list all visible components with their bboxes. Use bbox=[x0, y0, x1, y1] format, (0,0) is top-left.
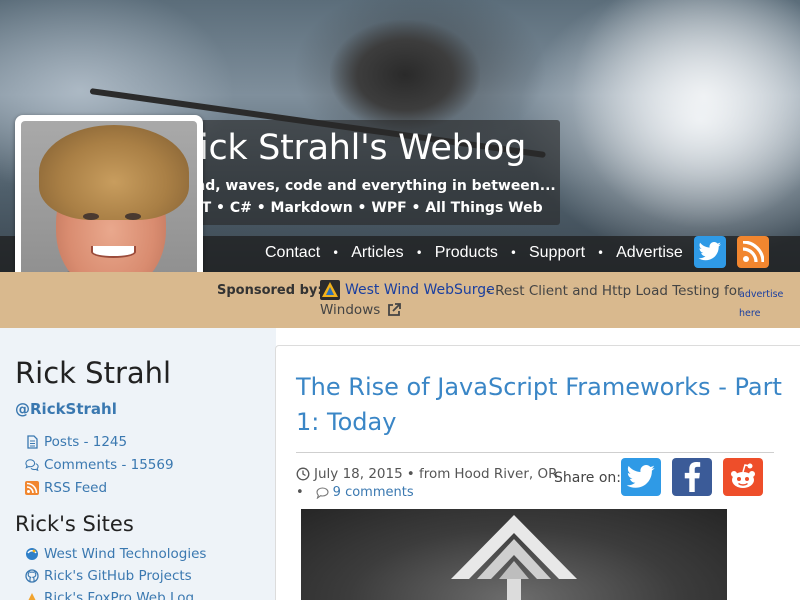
comments-icon bbox=[25, 459, 39, 472]
twitter-icon bbox=[626, 464, 655, 488]
sidebar-rss-label: RSS Feed bbox=[44, 480, 108, 496]
sidebar-posts-link[interactable]: Posts - 1245 bbox=[25, 434, 127, 450]
rss-icon bbox=[25, 481, 39, 495]
nav-separator: • bbox=[597, 246, 605, 260]
site-github-label: Rick's GitHub Projects bbox=[44, 568, 192, 584]
nav-contact-link[interactable]: Contact bbox=[265, 244, 320, 262]
external-link-icon[interactable] bbox=[386, 302, 402, 318]
wave-spray-image bbox=[560, 0, 800, 240]
share-reddit-button[interactable] bbox=[723, 458, 763, 496]
sponsor-bar bbox=[0, 272, 800, 328]
document-icon bbox=[27, 435, 38, 449]
site-github-link[interactable]: Rick's GitHub Projects bbox=[25, 568, 192, 584]
sponsor-link[interactable]: West Wind WebSurge bbox=[345, 282, 495, 298]
article-meta: July 18, 2015 • from Hood River, OR bbox=[296, 466, 557, 482]
article-title[interactable]: The Rise of JavaScript Frameworks - Part… bbox=[296, 370, 791, 440]
github-icon bbox=[25, 569, 39, 583]
meta-bullet: • bbox=[296, 485, 304, 500]
photo-eye bbox=[83, 213, 99, 220]
share-twitter-button[interactable] bbox=[621, 458, 661, 496]
site-westwind-link[interactable]: West Wind Technologies bbox=[25, 546, 206, 562]
comments-link[interactable]: 9 comments bbox=[316, 485, 414, 500]
nav-articles-link[interactable]: Articles bbox=[351, 244, 403, 262]
site-foxpro-label: Rick's FoxPro Web Log bbox=[44, 590, 195, 600]
article-meta-comments: • 9 comments bbox=[296, 485, 414, 500]
author-twitter-handle[interactable]: @RickStrahl bbox=[15, 400, 117, 418]
westwind-icon bbox=[26, 548, 38, 560]
sidebar-posts-label: Posts - 1245 bbox=[44, 434, 128, 450]
sponsor-label: Sponsored by: bbox=[217, 283, 323, 298]
site-foxpro-link[interactable]: Rick's FoxPro Web Log bbox=[25, 590, 194, 600]
nav-separator: • bbox=[332, 246, 340, 260]
site-tagline: Wind, waves, code and everything in betw… bbox=[175, 178, 556, 194]
sidebar-rss-link[interactable]: RSS Feed bbox=[25, 480, 107, 496]
sponsor-description: - Rest Client and Http Load Testing for bbox=[486, 283, 743, 299]
comments-count: 9 comments bbox=[332, 485, 414, 500]
nav-links: Contact • Articles • Products • Support … bbox=[265, 244, 683, 262]
location-prefix: • from bbox=[406, 466, 451, 482]
article-location: Hood River, OR bbox=[454, 466, 558, 482]
rss-button[interactable] bbox=[737, 236, 769, 268]
sites-heading: Rick's Sites bbox=[15, 512, 134, 536]
advertise-line1: advertise bbox=[739, 289, 784, 300]
reddit-icon bbox=[731, 463, 755, 488]
twitter-button[interactable] bbox=[694, 236, 726, 268]
article-date: July 18, 2015 bbox=[314, 466, 403, 482]
facebook-icon bbox=[684, 462, 701, 492]
photo-eye bbox=[125, 213, 141, 220]
windsurfer-image bbox=[330, 20, 480, 130]
nav-support-link[interactable]: Support bbox=[529, 244, 585, 262]
photo-mouth bbox=[91, 246, 136, 258]
sponsor-description-line2: Windows bbox=[320, 302, 381, 318]
author-name: Rick Strahl bbox=[15, 356, 172, 390]
site-westwind-label: West Wind Technologies bbox=[44, 546, 207, 562]
site-title[interactable]: Rick Strahl's Weblog bbox=[175, 128, 526, 168]
websurge-icon bbox=[320, 280, 340, 300]
twitter-icon bbox=[698, 242, 721, 261]
nav-separator: • bbox=[415, 246, 423, 260]
foxpro-icon bbox=[28, 593, 36, 600]
nav-products-link[interactable]: Products bbox=[435, 244, 498, 262]
rss-icon bbox=[742, 241, 764, 263]
sidebar-comments-link[interactable]: Comments - 15569 bbox=[25, 457, 174, 473]
share-label: Share on: bbox=[554, 470, 622, 486]
advertise-here-link[interactable]: advertise here bbox=[739, 285, 789, 323]
site-topics: .NET • C# • Markdown • WPF • All Things … bbox=[175, 200, 543, 216]
sidebar-comments-label: Comments - 15569 bbox=[44, 457, 174, 473]
article-hero-image bbox=[301, 509, 727, 600]
author-photo bbox=[21, 121, 197, 294]
advertise-line2: here bbox=[739, 308, 761, 319]
nav-separator: • bbox=[509, 246, 517, 260]
nav-advertise-link[interactable]: Advertise bbox=[616, 244, 683, 262]
comment-icon bbox=[316, 486, 329, 499]
share-facebook-button[interactable] bbox=[672, 458, 712, 496]
photo-hair bbox=[39, 125, 189, 220]
clock-icon bbox=[296, 467, 310, 481]
framework-logo-image bbox=[451, 515, 577, 600]
title-divider bbox=[296, 452, 774, 453]
